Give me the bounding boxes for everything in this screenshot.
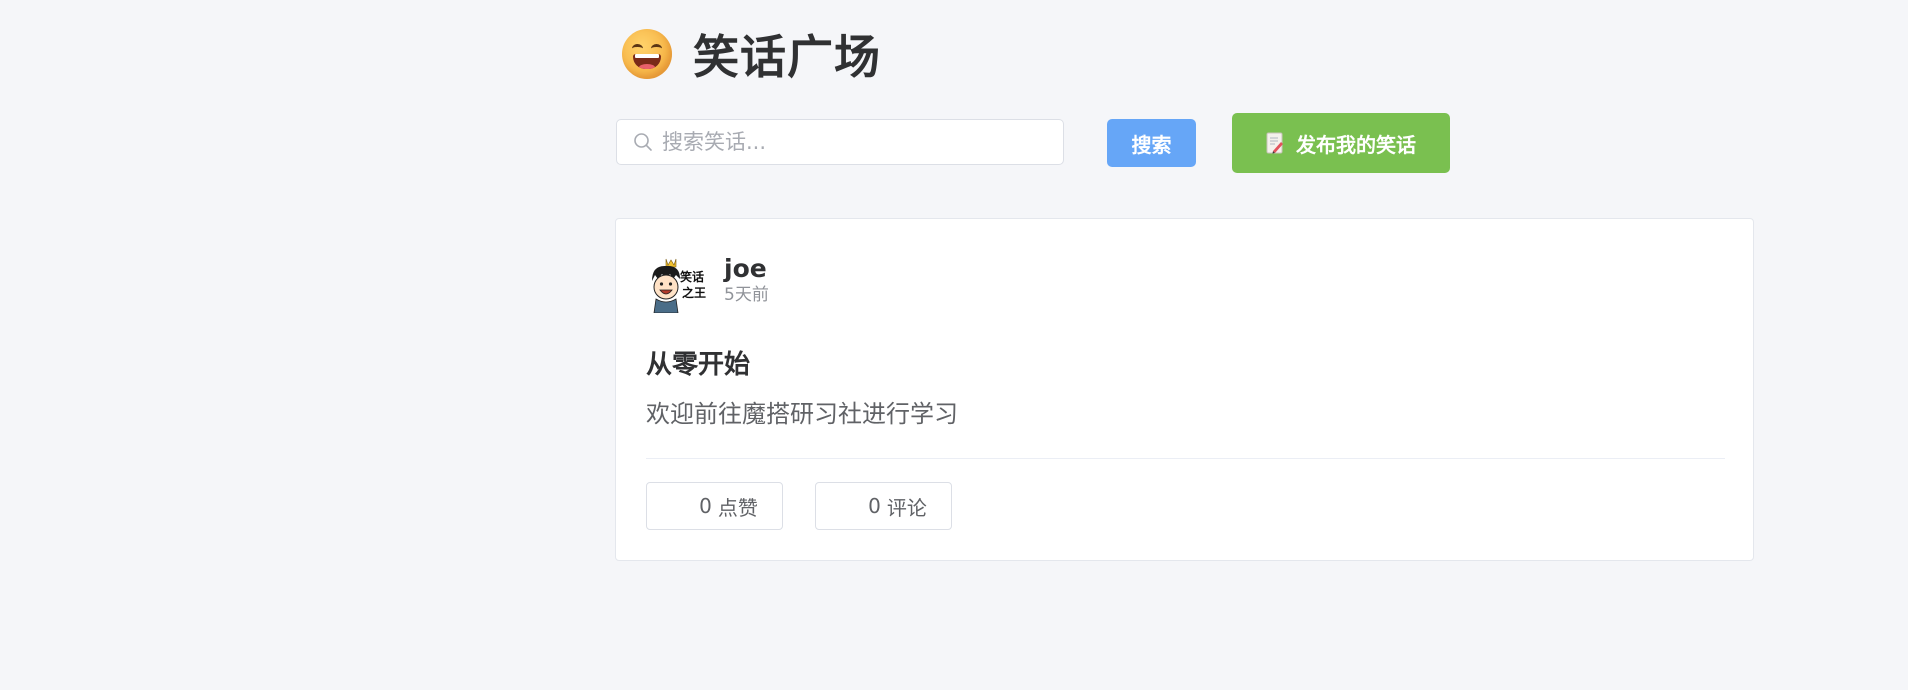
joke-title: 从零开始 (646, 350, 751, 380)
card-divider (646, 458, 1725, 459)
page-title: 笑话广场 (693, 30, 881, 84)
author-row: 笑话 之王 joe 5天前 (646, 253, 769, 313)
author-meta: joe 5天前 (724, 253, 769, 305)
svg-text:之王: 之王 (682, 285, 706, 300)
comment-label: 评论 (886, 495, 927, 520)
post-time: 5天前 (724, 285, 769, 305)
svg-text:笑话: 笑话 (680, 269, 704, 284)
cartoon-avatar-icon[interactable]: 笑话 之王 (646, 253, 706, 313)
grinning-face-icon (622, 29, 672, 79)
search-input[interactable] (662, 130, 1063, 154)
joke-card: 笑话 之王 joe 5天前 从零开始 欢迎前往魔搭研习社进行学习 0 点赞 0 … (615, 218, 1754, 561)
publish-joke-label: 发布我的笑话 (1296, 132, 1416, 157)
author-name[interactable]: joe (724, 253, 769, 285)
search-icon (632, 131, 654, 153)
like-button[interactable]: 0 点赞 (646, 482, 783, 530)
like-label: 点赞 (717, 495, 758, 520)
memo-icon (1266, 132, 1284, 154)
search-box[interactable] (616, 119, 1064, 165)
search-button[interactable]: 搜索 (1107, 119, 1196, 167)
comment-count: 0 (868, 494, 881, 518)
joke-square-page: 笑话广场 搜索 发布我的笑话 (0, 0, 1908, 690)
publish-joke-button[interactable]: 发布我的笑话 (1232, 113, 1450, 173)
joke-content: 欢迎前往魔搭研习社进行学习 (646, 400, 958, 428)
page-header: 笑话广场 (622, 22, 881, 86)
like-count: 0 (699, 494, 712, 518)
comment-button[interactable]: 0 评论 (815, 482, 952, 530)
